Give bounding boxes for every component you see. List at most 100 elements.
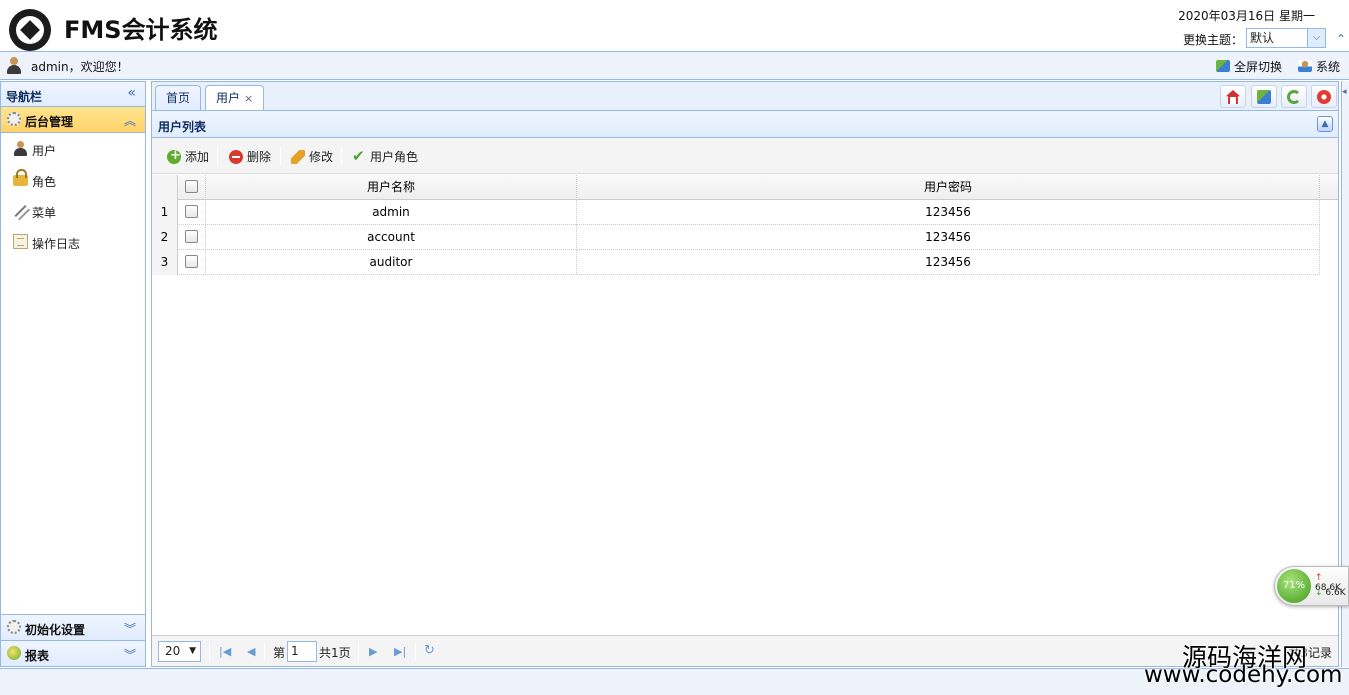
delete-label: 删除	[247, 150, 272, 164]
chevron-down-icon: ︾	[123, 648, 136, 662]
column-header-username[interactable]: 用户名称	[206, 175, 577, 200]
add-button[interactable]: 添加	[167, 148, 209, 165]
table-row[interactable]: 1 admin 123456	[152, 200, 1320, 225]
network-speed-widget[interactable]: 71% ↑ 68.6K ↓ 6.6K	[1274, 566, 1349, 606]
sidebar-item-menus[interactable]: 菜单	[1, 195, 145, 226]
welcome-text: admin，欢迎您！	[31, 60, 129, 74]
row-checkbox[interactable]	[178, 250, 206, 275]
tab-users[interactable]: 用户 ×	[205, 85, 265, 112]
watermark-url: www.codehy.com	[1144, 662, 1343, 688]
fullscreen-toggle[interactable]: 全屏切换	[1216, 58, 1282, 75]
sidebar-title: 导航栏	[6, 90, 43, 104]
table-row[interactable]: 2 account 123456	[152, 225, 1320, 250]
memory-usage-ball: 71%	[1277, 569, 1311, 603]
sidebar-item-label: 菜单	[32, 206, 57, 220]
tab-users-label: 用户	[216, 91, 241, 105]
swap-icon	[1257, 90, 1271, 104]
collapse-up-icon[interactable]: ⌃	[1336, 32, 1346, 46]
user-icon	[13, 141, 28, 156]
user-role-label: 用户角色	[370, 150, 419, 164]
sidebar-item-users[interactable]: 用户	[1, 133, 145, 164]
accordion-reports-label: 报表	[25, 649, 50, 663]
edit-label: 修改	[309, 150, 334, 164]
logo-icon	[9, 9, 51, 51]
stop-icon	[1317, 90, 1331, 104]
checkbox[interactable]	[185, 255, 198, 268]
checkbox[interactable]	[185, 205, 198, 218]
header-date: 2020年03月16日 星期一	[1178, 9, 1315, 23]
edit-button[interactable]: 修改	[291, 148, 333, 165]
theme-select[interactable]: 默认 ⌵	[1246, 28, 1326, 48]
user-grid: 用户名称 用户密码 1 admin 123456 2 account 12345…	[152, 175, 1338, 275]
user-avatar-icon	[6, 57, 22, 74]
grid-header-row: 用户名称 用户密码	[152, 175, 1338, 200]
collapse-panel-icon[interactable]: ▲	[1317, 116, 1333, 132]
cell-username: admin	[206, 200, 577, 225]
log-icon	[13, 234, 28, 249]
close-all-button[interactable]	[1311, 85, 1337, 108]
refresh-icon[interactable]: ↻	[424, 643, 435, 658]
chevron-up-icon: ︽	[123, 114, 136, 128]
app-header: FMS会计系统 2020年03月16日 星期一 更换主题： 默认 ⌵ ⌃	[0, 0, 1349, 52]
first-page-icon[interactable]: |◀	[219, 645, 231, 658]
delete-button[interactable]: 删除	[229, 148, 271, 165]
panel-title: 用户列表	[158, 120, 207, 134]
grid-toolbar: 添加 删除 修改 用户角色	[152, 138, 1338, 174]
row-number-header	[152, 175, 178, 200]
accordion-admin[interactable]: 后台管理 ︽	[1, 107, 145, 133]
system-menu[interactable]: 系统	[1298, 58, 1340, 75]
row-number: 3	[152, 250, 178, 275]
sidebar-item-label: 操作日志	[32, 237, 81, 251]
prev-page-icon[interactable]: ◀	[247, 645, 255, 658]
sidebar-header: 导航栏 «	[1, 82, 145, 107]
user-list-panel: 用户列表 ▲ 添加 删除 修改 用户角色 用户名称 用户密码 1 admin	[151, 110, 1339, 667]
app-title: FMS会计系统	[64, 16, 218, 44]
checkbox[interactable]	[185, 230, 198, 243]
theme-select-value: 默认	[1250, 31, 1275, 45]
close-icon[interactable]: ×	[244, 92, 253, 105]
page-size-select[interactable]: 20 ▼	[158, 641, 201, 662]
sidebar-item-label: 用户	[32, 144, 57, 158]
add-label: 添加	[185, 150, 210, 164]
chevron-left-icon: ◂	[1342, 87, 1347, 97]
last-page-icon[interactable]: ▶|	[394, 645, 406, 658]
tab-bar: 首页 用户 ×	[151, 81, 1339, 112]
collapse-left-icon[interactable]: «	[127, 85, 136, 101]
accordion-admin-label: 后台管理	[25, 115, 74, 129]
fullscreen-button[interactable]	[1251, 85, 1277, 108]
theme-label: 更换主题：	[1183, 33, 1244, 47]
row-checkbox[interactable]	[178, 225, 206, 250]
accordion-init-settings[interactable]: 初始化设置 ︾	[1, 614, 145, 640]
page-number-input[interactable]: 1	[287, 641, 317, 662]
add-icon	[167, 148, 181, 164]
cell-password: 123456	[577, 225, 1320, 250]
row-number: 2	[152, 225, 178, 250]
system-user-icon	[1298, 60, 1312, 72]
refresh-button[interactable]	[1281, 85, 1307, 108]
chevron-down-icon: ⌵	[1307, 29, 1325, 47]
checkbox[interactable]	[185, 180, 198, 193]
column-header-password[interactable]: 用户密码	[577, 175, 1320, 200]
select-all-checkbox[interactable]	[178, 175, 206, 200]
page-prefix: 第	[273, 646, 286, 660]
user-role-button[interactable]: 用户角色	[352, 147, 419, 165]
tab-home[interactable]: 首页	[155, 85, 202, 111]
table-row[interactable]: 3 auditor 123456	[152, 250, 1320, 275]
dropdown-arrow-icon: ▼	[189, 646, 196, 656]
row-number: 1	[152, 200, 178, 225]
sidebar-item-label: 角色	[32, 175, 57, 189]
fullscreen-icon	[1216, 60, 1230, 72]
arrow-up-icon: ↑	[1315, 573, 1323, 583]
system-label: 系统	[1316, 60, 1341, 74]
home-button[interactable]	[1220, 85, 1246, 108]
check-icon	[352, 147, 366, 165]
sidebar-item-logs[interactable]: 操作日志	[1, 226, 145, 257]
download-speed: ↓ 6.6K	[1315, 588, 1346, 598]
sidebar-item-roles[interactable]: 角色	[1, 164, 145, 195]
row-checkbox[interactable]	[178, 200, 206, 225]
download-speed-value: 6.6K	[1325, 588, 1346, 598]
sidebar: 导航栏 « 后台管理 ︽ 用户 角色 菜单 操作日志 初始化设置 ︾ 报表 ︾	[0, 81, 146, 667]
menu-icon	[14, 204, 27, 218]
next-page-icon[interactable]: ▶	[369, 645, 377, 658]
accordion-reports[interactable]: 报表 ︾	[1, 640, 145, 666]
